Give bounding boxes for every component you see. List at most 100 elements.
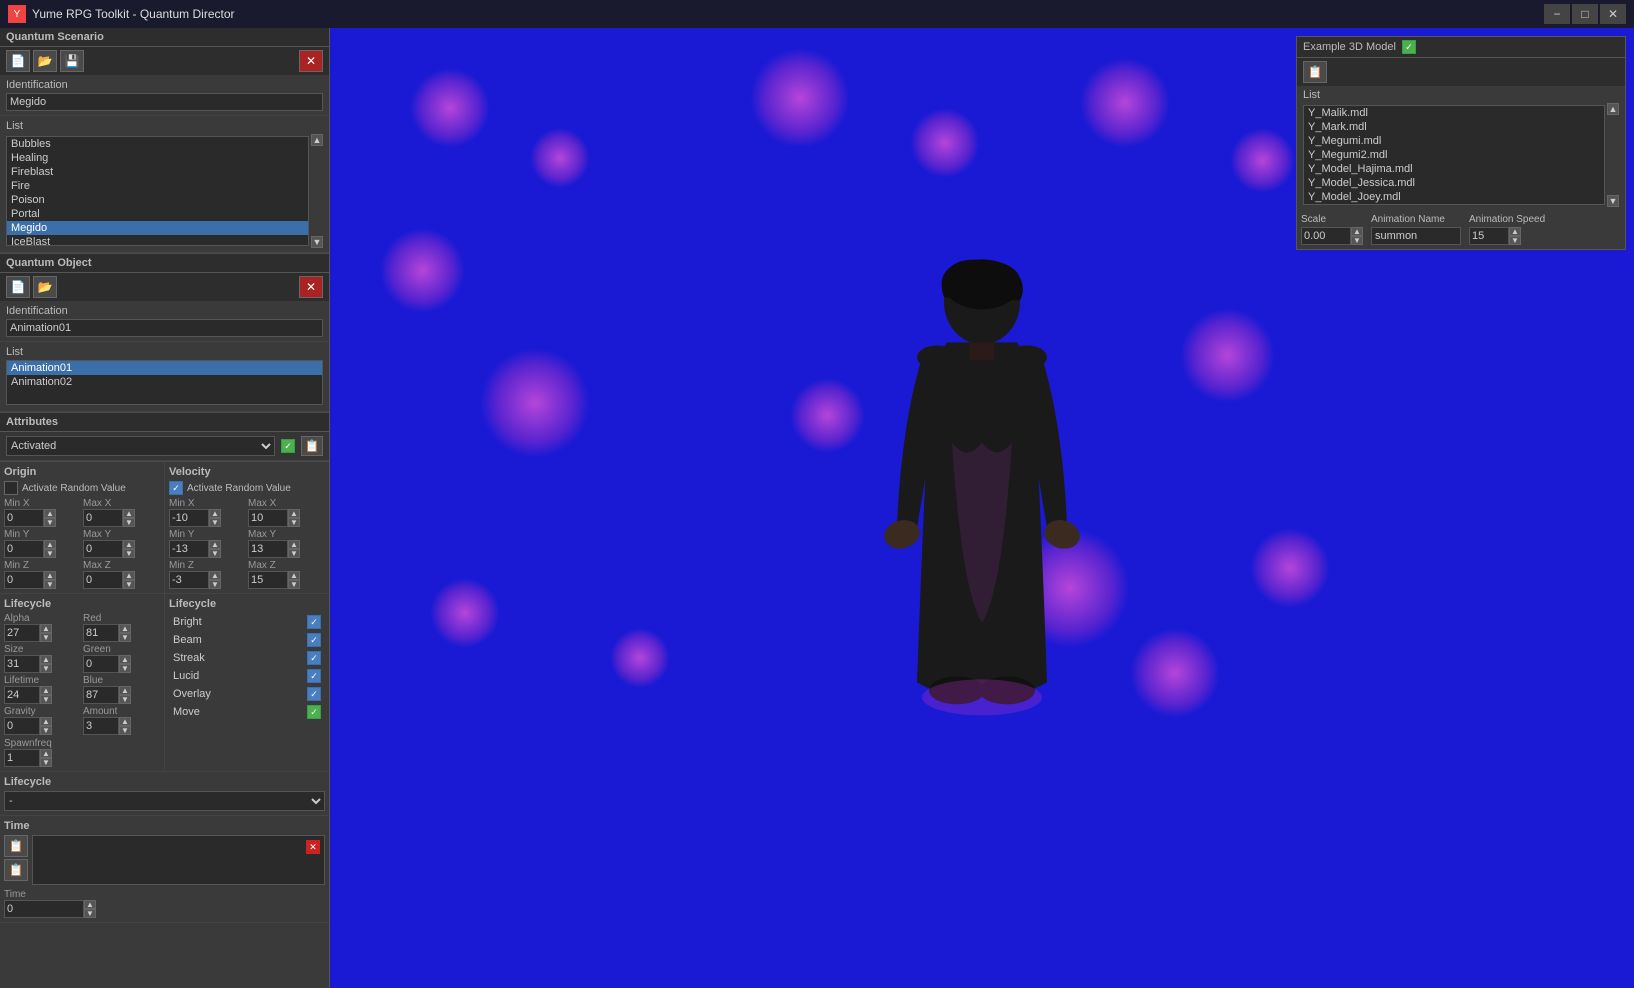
origin-min-x-input[interactable] (4, 509, 44, 527)
close-button[interactable]: ✕ (1600, 4, 1626, 24)
vel-max-y-input[interactable] (248, 540, 288, 558)
origin-max-x-up[interactable]: ▲ (123, 509, 135, 518)
anim-speed-up[interactable]: ▲ (1509, 227, 1521, 236)
beam-checkbox[interactable]: ✓ (307, 633, 321, 647)
green-up[interactable]: ▲ (119, 655, 131, 664)
scenario-list-item[interactable]: Bubbles (7, 137, 308, 151)
model-list-item[interactable]: Y_Model_Hajima.mdl (1304, 162, 1604, 176)
model-panel-enable-checkbox[interactable]: ✓ (1402, 40, 1416, 54)
origin-min-x-down[interactable]: ▼ (44, 518, 56, 527)
scenario-new-btn[interactable]: 📄 (6, 50, 30, 72)
lifetime-down[interactable]: ▼ (40, 695, 52, 704)
qo-list[interactable]: Animation01Animation02 (6, 360, 323, 405)
origin-max-y-down[interactable]: ▼ (123, 549, 135, 558)
vel-max-z-down[interactable]: ▼ (288, 580, 300, 589)
model-list-item[interactable]: Y_Model_Joey.mdl (1304, 190, 1604, 204)
scenario-list-item[interactable]: IceBlast (7, 235, 308, 246)
red-input[interactable] (83, 624, 119, 642)
scale-down[interactable]: ▼ (1351, 236, 1363, 245)
origin-max-z-input[interactable] (83, 571, 123, 589)
amount-up[interactable]: ▲ (119, 717, 131, 726)
qo-delete-btn[interactable]: ✕ (299, 276, 323, 298)
origin-min-y-input[interactable] (4, 540, 44, 558)
scenario-list-item[interactable]: Healing (7, 151, 308, 165)
vel-min-z-up[interactable]: ▲ (209, 571, 221, 580)
green-input[interactable] (83, 655, 119, 673)
origin-max-z-down[interactable]: ▼ (123, 580, 135, 589)
origin-min-y-up[interactable]: ▲ (44, 540, 56, 549)
model-list[interactable]: Y_Malik.mdlY_Mark.mdlY_Megumi.mdlY_Megum… (1303, 105, 1605, 205)
move-checkbox[interactable]: ✓ (307, 705, 321, 719)
blue-down[interactable]: ▼ (119, 695, 131, 704)
origin-max-x-down[interactable]: ▼ (123, 518, 135, 527)
time-val-up[interactable]: ▲ (84, 900, 96, 909)
scenario-list-item[interactable]: Fire (7, 179, 308, 193)
scenario-list-item[interactable]: Portal (7, 207, 308, 221)
qo-new-btn[interactable]: 📄 (6, 276, 30, 298)
model-list-item[interactable]: Y_Megumi2.mdl (1304, 148, 1604, 162)
spawnfreq-up[interactable]: ▲ (40, 749, 52, 758)
scenario-scroll-up[interactable]: ▲ (311, 134, 323, 146)
gravity-input[interactable] (4, 717, 40, 735)
vel-min-y-up[interactable]: ▲ (209, 540, 221, 549)
model-scroll-down[interactable]: ▼ (1607, 195, 1619, 207)
alpha-up[interactable]: ▲ (40, 624, 52, 633)
model-file-btn[interactable]: 📋 (1303, 61, 1327, 83)
streak-checkbox[interactable]: ✓ (307, 651, 321, 665)
lifetime-input[interactable] (4, 686, 40, 704)
vel-min-z-input[interactable] (169, 571, 209, 589)
model-list-item[interactable]: Y_Mark.mdl (1304, 120, 1604, 134)
origin-max-x-input[interactable] (83, 509, 123, 527)
alpha-input[interactable] (4, 624, 40, 642)
minimize-button[interactable]: − (1544, 4, 1570, 24)
qo-list-item[interactable]: Animation01 (7, 361, 322, 375)
activated-checkbox[interactable]: ✓ (281, 439, 295, 453)
attributes-select[interactable]: Activated (6, 436, 275, 456)
origin-min-z-down[interactable]: ▼ (44, 580, 56, 589)
origin-min-z-up[interactable]: ▲ (44, 571, 56, 580)
maximize-button[interactable]: □ (1572, 4, 1598, 24)
qo-identification-input[interactable] (6, 319, 323, 337)
vel-min-x-input[interactable] (169, 509, 209, 527)
lifecycle-dropdown[interactable]: - (4, 791, 325, 811)
green-down[interactable]: ▼ (119, 664, 131, 673)
origin-min-z-input[interactable] (4, 571, 44, 589)
blue-up[interactable]: ▲ (119, 686, 131, 695)
spawnfreq-input[interactable] (4, 749, 40, 767)
red-up[interactable]: ▲ (119, 624, 131, 633)
vel-max-y-down[interactable]: ▼ (288, 549, 300, 558)
scenario-list[interactable]: BubblesHealingFireblastFirePoisonPortalM… (6, 136, 309, 246)
vel-max-z-up[interactable]: ▲ (288, 571, 300, 580)
vel-max-y-up[interactable]: ▲ (288, 540, 300, 549)
origin-max-y-up[interactable]: ▲ (123, 540, 135, 549)
model-scroll-up[interactable]: ▲ (1607, 103, 1619, 115)
scenario-list-item[interactable]: Megido (7, 221, 308, 235)
scenario-scroll-down[interactable]: ▼ (311, 236, 323, 248)
vel-min-z-down[interactable]: ▼ (209, 580, 221, 589)
qo-list-item[interactable]: Animation02 (7, 375, 322, 389)
red-down[interactable]: ▼ (119, 633, 131, 642)
lucid-checkbox[interactable]: ✓ (307, 669, 321, 683)
origin-min-x-up[interactable]: ▲ (44, 509, 56, 518)
origin-random-checkbox[interactable] (4, 481, 18, 495)
model-list-item[interactable]: Y_Rufus.mdl (1304, 204, 1604, 205)
size-input[interactable] (4, 655, 40, 673)
vel-max-x-input[interactable] (248, 509, 288, 527)
scale-up[interactable]: ▲ (1351, 227, 1363, 236)
velocity-random-checkbox[interactable]: ✓ (169, 481, 183, 495)
time-btn-1[interactable]: 📋 (4, 835, 28, 857)
origin-max-z-up[interactable]: ▲ (123, 571, 135, 580)
bright-checkbox[interactable]: ✓ (307, 615, 321, 629)
scenario-save-btn[interactable]: 💾 (60, 50, 84, 72)
model-list-item[interactable]: Y_Malik.mdl (1304, 106, 1604, 120)
qo-open-btn[interactable]: 📂 (33, 276, 57, 298)
model-list-item[interactable]: Y_Model_Jessica.mdl (1304, 176, 1604, 190)
anim-speed-input[interactable] (1469, 227, 1509, 245)
lifetime-up[interactable]: ▲ (40, 686, 52, 695)
anim-speed-down[interactable]: ▼ (1509, 236, 1521, 245)
vel-max-z-input[interactable] (248, 571, 288, 589)
origin-max-y-input[interactable] (83, 540, 123, 558)
time-delete-btn[interactable]: ✕ (306, 840, 320, 854)
model-list-item[interactable]: Y_Megumi.mdl (1304, 134, 1604, 148)
vel-min-x-down[interactable]: ▼ (209, 518, 221, 527)
